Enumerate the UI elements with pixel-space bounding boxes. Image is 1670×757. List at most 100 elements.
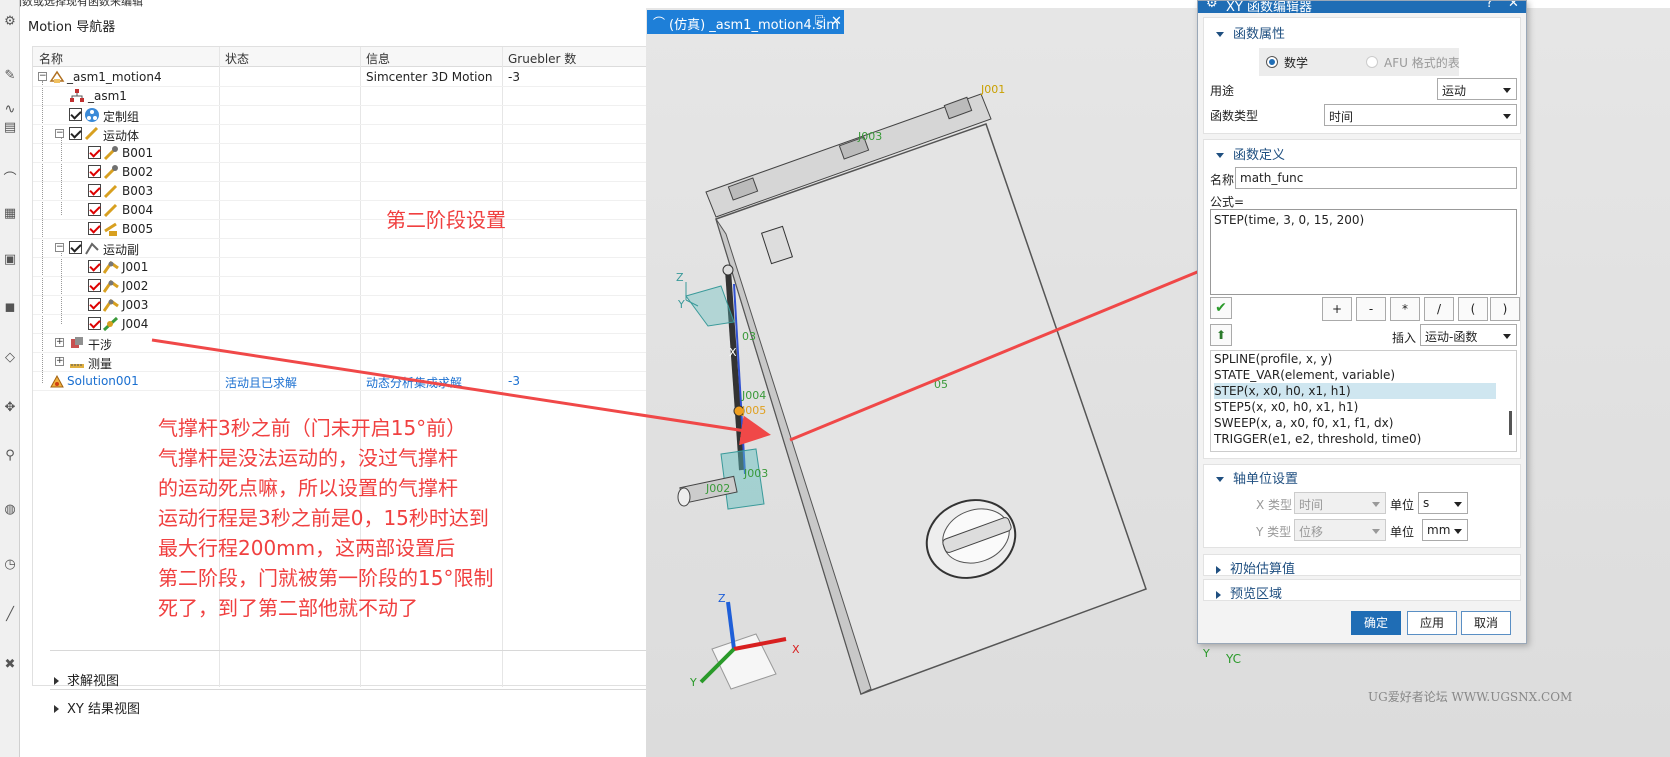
radio-afu-table[interactable] xyxy=(1366,56,1378,68)
cancel-button[interactable]: 取消 xyxy=(1461,611,1511,635)
list-item-selected[interactable]: STEP(x, x0, h0, x1, h1) xyxy=(1214,383,1496,399)
settings-icon[interactable]: ⚙ xyxy=(1,12,19,30)
section-xy-result-view[interactable]: XY 结果视图 xyxy=(54,698,140,717)
column-status[interactable]: 状态 xyxy=(225,50,249,67)
row-checkbox[interactable] xyxy=(88,165,101,178)
probe-icon[interactable]: ⚲ xyxy=(1,446,19,464)
table-row[interactable]: _asm1 xyxy=(33,86,691,106)
dialog-titlebar[interactable]: ⚙ XY 函数编辑器 ? ✕ xyxy=(1198,1,1526,13)
contour-icon[interactable]: ▤ xyxy=(1,118,19,136)
column-name[interactable]: 名称 xyxy=(39,50,63,67)
section-header[interactable]: 函数属性 xyxy=(1216,23,1285,42)
table-row[interactable]: B002 xyxy=(33,162,691,182)
formula-textarea[interactable]: STEP(time, 3, 0, 15, 200) xyxy=(1210,209,1517,295)
column-info[interactable]: 信息 xyxy=(366,50,390,67)
op-multiply-button[interactable]: * xyxy=(1390,297,1420,321)
list-item[interactable]: SWEEP(x, a, x0, f0, x1, f1, dx) xyxy=(1214,415,1496,431)
row-checkbox[interactable] xyxy=(69,127,82,140)
list-item[interactable]: STATE_VAR(element, variable) xyxy=(1214,367,1496,383)
sim-file-tab[interactable]: ⌒ (仿真) _asm1_motion4.sim ⎘ ✕ xyxy=(647,10,844,34)
section-header[interactable]: 预览区域 xyxy=(1216,583,1282,602)
table-row[interactable]: + 测量 xyxy=(33,352,691,372)
list-item[interactable]: SPLINE(profile, x, y) xyxy=(1214,351,1496,367)
ok-button[interactable]: 确定 xyxy=(1351,611,1401,635)
table-row[interactable]: B004 xyxy=(33,200,691,220)
collapse-icon[interactable]: − xyxy=(38,72,47,81)
list-scrollbar[interactable] xyxy=(1509,411,1512,435)
joint-icon[interactable]: ✥ xyxy=(1,398,19,416)
cube-icon[interactable]: ◼ xyxy=(1,298,19,316)
label-j003b: J003 xyxy=(743,467,768,480)
up-arrow-button[interactable]: ⬆ xyxy=(1210,324,1232,346)
table-row[interactable]: J003 xyxy=(33,295,691,315)
row-checkbox[interactable] xyxy=(88,298,101,311)
curve-icon[interactable]: ⌒ xyxy=(1,168,19,187)
row-checkbox[interactable] xyxy=(69,108,82,121)
help-icon[interactable]: ? xyxy=(1486,1,1493,11)
op-lparen-button[interactable]: ( xyxy=(1458,297,1488,321)
clock-icon[interactable]: ◷ xyxy=(1,555,19,573)
x-type-select[interactable]: 时间 xyxy=(1294,492,1386,514)
collapse-icon[interactable]: − xyxy=(55,243,64,252)
radio-math[interactable] xyxy=(1266,56,1278,68)
section-header[interactable]: 函数定义 xyxy=(1216,144,1285,163)
dialog-close-icon[interactable]: ✕ xyxy=(1508,1,1519,11)
table-row[interactable]: − _asm1_motion4 Simcenter 3D Motion -3 xyxy=(33,67,691,87)
tools-icon[interactable]: ✖ xyxy=(1,655,19,673)
table-row[interactable]: − 运动副 xyxy=(33,238,691,258)
table-row[interactable]: B001 xyxy=(33,143,691,163)
section-preview[interactable]: 预览区域 xyxy=(1203,579,1521,602)
table-row[interactable]: J001 xyxy=(33,257,691,277)
scrollbar-track[interactable] xyxy=(50,650,655,651)
row-checkbox[interactable] xyxy=(88,146,101,159)
list-item[interactable]: STEP5(x, x0, h0, x1, h1) xyxy=(1214,399,1496,415)
table-row[interactable]: + 干涉 xyxy=(33,333,691,353)
collapse-icon[interactable]: − xyxy=(55,129,64,138)
op-rparen-button[interactable]: ) xyxy=(1490,297,1520,321)
section-header[interactable]: 初始估算值 xyxy=(1216,558,1295,577)
table-row[interactable]: Solution001 活动且已求解 动态分析集成求解 -3 xyxy=(33,371,691,391)
expand-icon[interactable]: + xyxy=(55,338,64,347)
function-type-select[interactable]: 时间 xyxy=(1324,104,1517,126)
function-icon[interactable]: ∿ xyxy=(1,100,19,118)
pin-icon[interactable]: ⎘ xyxy=(815,14,825,29)
list-item[interactable]: TRIGGER(e1, e2, threshold, time0) xyxy=(1214,431,1496,447)
section-solve-view[interactable]: 求解视图 xyxy=(54,670,119,689)
op-plus-button[interactable]: + xyxy=(1322,297,1352,321)
table-row[interactable]: J004 xyxy=(33,314,691,334)
table-row[interactable]: B003 xyxy=(33,181,691,201)
row-checkbox[interactable] xyxy=(88,260,101,273)
globe-icon[interactable]: ◍ xyxy=(1,500,19,518)
row-checkbox[interactable] xyxy=(88,222,101,235)
body-icon[interactable]: ◇ xyxy=(1,348,19,366)
accept-formula-button[interactable]: ✔ xyxy=(1210,297,1232,319)
op-minus-button[interactable]: - xyxy=(1356,297,1386,321)
table-row[interactable]: 定制组 xyxy=(33,105,691,125)
usage-select[interactable]: 运动 xyxy=(1437,78,1517,100)
row-checkbox[interactable] xyxy=(88,184,101,197)
function-list[interactable]: SPLINE(profile, x, y) STATE_VAR(element,… xyxy=(1210,350,1517,452)
table-row[interactable]: − 运动体 xyxy=(33,124,691,144)
x-unit-select[interactable]: s xyxy=(1418,492,1468,514)
row-checkbox[interactable] xyxy=(88,203,101,216)
section-header[interactable]: 轴单位设置 xyxy=(1216,468,1298,487)
op-divide-button[interactable]: / xyxy=(1424,297,1454,321)
section-initial-estimate[interactable]: 初始估算值 xyxy=(1203,554,1521,577)
y-unit-select[interactable]: mm xyxy=(1422,519,1468,541)
y-type-select[interactable]: 位移 xyxy=(1294,519,1386,541)
column-gruebler[interactable]: Gruebler 数 xyxy=(508,50,576,67)
table-row[interactable]: B005 xyxy=(33,219,691,239)
row-checkbox[interactable] xyxy=(69,241,82,254)
layout-icon[interactable]: ▣ xyxy=(1,250,19,268)
wand-icon[interactable]: ╱ xyxy=(1,605,19,623)
insert-select[interactable]: 运动-函数 xyxy=(1420,324,1517,346)
close-tab-icon[interactable]: ✕ xyxy=(831,14,842,29)
expand-icon[interactable]: + xyxy=(55,357,64,366)
row-checkbox[interactable] xyxy=(88,279,101,292)
apply-button[interactable]: 应用 xyxy=(1407,611,1457,635)
table-row[interactable]: J002 xyxy=(33,276,691,296)
heatmap-icon[interactable]: ▦ xyxy=(1,204,19,222)
pencil-icon[interactable]: ✎ xyxy=(1,66,19,84)
name-input[interactable]: math_func xyxy=(1235,167,1517,189)
row-checkbox[interactable] xyxy=(88,317,101,330)
